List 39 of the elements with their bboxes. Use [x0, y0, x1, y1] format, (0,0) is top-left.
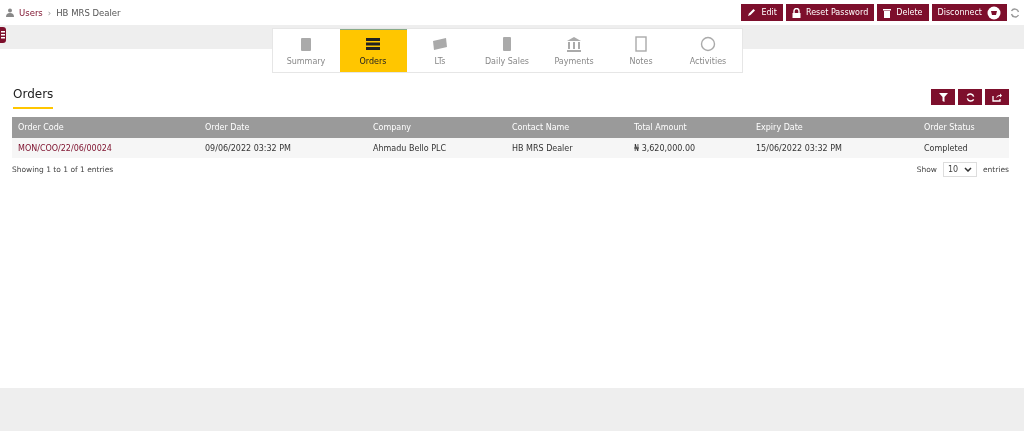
stack-icon — [365, 36, 381, 52]
pencil-icon — [747, 8, 757, 17]
table-cell: HB MRS Dealer — [506, 138, 628, 158]
lock-icon — [792, 7, 801, 18]
table-cell: ₦ 3,620,000.00 — [628, 138, 750, 158]
bank-icon — [566, 35, 582, 52]
breadcrumb-link[interactable]: Users — [19, 7, 43, 18]
page-length-select[interactable]: 10 — [943, 162, 977, 177]
notepad-icon — [633, 35, 649, 52]
column-header[interactable]: Order Status — [918, 117, 1009, 138]
table-cell: Ahmadu Bello PLC — [367, 138, 506, 158]
column-header[interactable]: Company — [367, 117, 506, 138]
column-header[interactable]: Contact Name — [506, 117, 628, 138]
disconnect-button[interactable]: Disconnect — [931, 4, 1007, 21]
column-header[interactable]: Total Amount — [628, 117, 750, 138]
refresh-button[interactable] — [958, 89, 982, 105]
share-icon — [992, 92, 1002, 102]
column-header[interactable]: Order Code — [12, 117, 199, 138]
table-cell: Completed — [918, 138, 1009, 158]
column-header[interactable]: Order Date — [199, 117, 367, 138]
lock-button[interactable]: Reset Password — [786, 4, 875, 21]
edit-button[interactable]: Edit — [741, 4, 783, 21]
user-icon — [6, 8, 14, 17]
refresh-icon — [965, 92, 975, 102]
section-title: Orders — [13, 87, 54, 109]
table-cell: 09/06/2022 03:32 PM — [199, 138, 367, 158]
sidebar-toggle-button[interactable] — [0, 27, 6, 43]
table-cell: 15/06/2022 03:32 PM — [750, 138, 918, 158]
breadcrumb-separator-icon: › — [47, 7, 52, 18]
breadcrumb-current: HB MRS Dealer — [56, 7, 121, 18]
export-button[interactable] — [985, 89, 1009, 105]
refresh-icon[interactable] — [1010, 7, 1020, 18]
trash-icon — [883, 7, 892, 18]
chevron-down-icon — [964, 167, 972, 172]
trash-button[interactable]: Delete — [877, 4, 929, 21]
tab[interactable]: Orders — [339, 29, 407, 72]
column-header[interactable]: Expiry Date — [750, 117, 918, 138]
filter-icon — [938, 92, 948, 102]
filter-button[interactable] — [931, 89, 955, 105]
